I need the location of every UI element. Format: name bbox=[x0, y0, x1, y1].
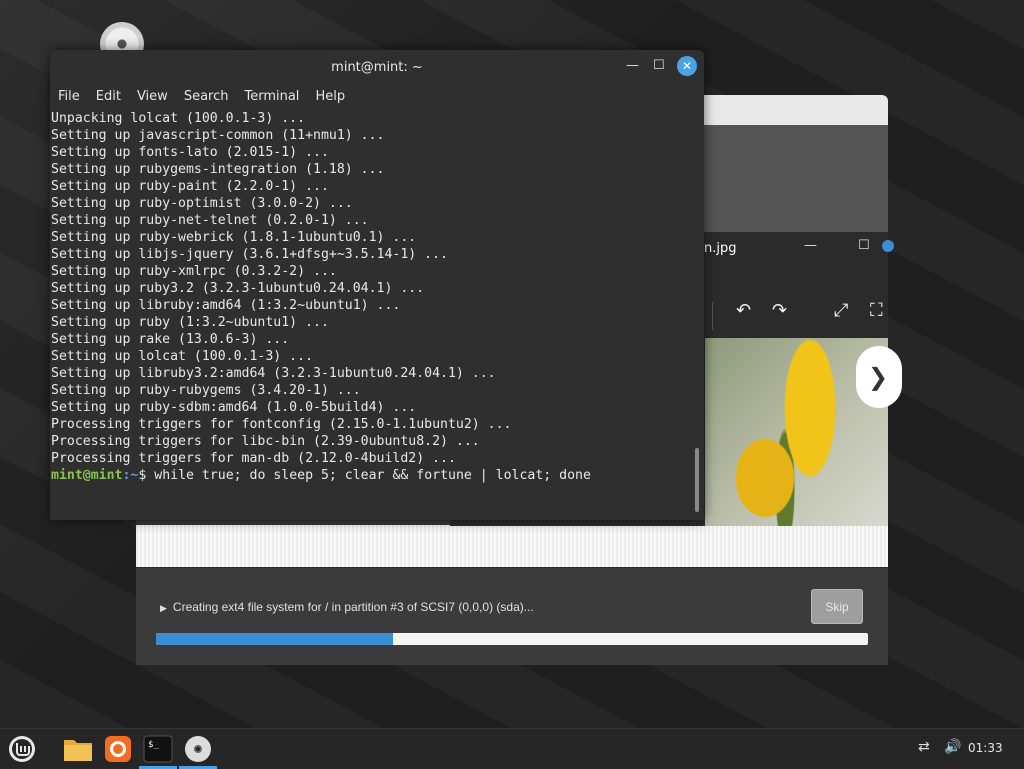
svg-text:$_: $_ bbox=[148, 740, 159, 750]
menu-search[interactable]: Search bbox=[176, 86, 237, 108]
terminal-output[interactable]: Unpacking lolcat (100.0.1-3) ... Setting… bbox=[50, 110, 695, 520]
terminal-line: Setting up ruby-sdbm:amd64 (1.0.0-5build… bbox=[51, 400, 417, 415]
rotate-right-icon[interactable]: ↷ bbox=[772, 300, 787, 321]
terminal-line: Setting up libruby:amd64 (1:3.2~ubuntu1)… bbox=[51, 298, 401, 313]
terminal-line: Setting up lolcat (100.0.1-3) ... bbox=[51, 349, 314, 364]
prompt-line[interactable]: mint@mint:~$ while true; do sleep 5; cle… bbox=[51, 467, 695, 484]
terminal-line: Unpacking lolcat (100.0.1-3) ... bbox=[51, 111, 306, 126]
terminal-line: Setting up ruby-optimist (3.0.0-2) ... bbox=[51, 196, 353, 211]
terminal-line: Setting up ruby-rubygems (3.4.20-1) ... bbox=[51, 383, 361, 398]
fullscreen-icon[interactable]: ⤢ bbox=[834, 300, 848, 321]
minimize-icon[interactable]: — bbox=[804, 238, 817, 253]
mint-menu-icon[interactable] bbox=[6, 733, 38, 765]
install-progress-fill bbox=[156, 633, 394, 645]
terminal-line: Setting up javascript-common (11+nmu1) .… bbox=[51, 128, 385, 143]
skip-button[interactable]: Skip bbox=[811, 589, 863, 624]
firefox-icon[interactable] bbox=[102, 733, 134, 765]
terminal-line: Setting up ruby-net-telnet (0.2.0-1) ... bbox=[51, 213, 369, 228]
prompt-path: :~ bbox=[122, 468, 139, 483]
terminal-title: mint@mint: ~ bbox=[331, 59, 423, 75]
maximize-icon[interactable]: ☐ bbox=[858, 238, 870, 253]
menu-file[interactable]: File bbox=[50, 86, 88, 108]
terminal-line: Processing triggers for fontconfig (2.15… bbox=[51, 417, 512, 432]
toolbar-separator bbox=[712, 302, 713, 330]
close-icon[interactable]: ✕ bbox=[677, 56, 697, 76]
terminal-scrollbar[interactable] bbox=[695, 448, 699, 512]
taskbar: $_ ⇄ 🔊 01:33 bbox=[0, 728, 1024, 769]
terminal-line: Setting up libjs-jquery (3.6.1+dfsg+~3.5… bbox=[51, 247, 448, 262]
slideshow-icon[interactable]: ⛶ bbox=[870, 300, 883, 321]
prompt-user: mint@mint bbox=[51, 468, 123, 483]
minimize-icon[interactable]: — bbox=[626, 58, 639, 73]
terminal-line: Setting up rubygems-integration (1.18) .… bbox=[51, 162, 385, 177]
terminal-line: Setting up ruby (1:3.2~ubuntu1) ... bbox=[51, 315, 329, 330]
terminal-line: Processing triggers for libc-bin (2.39-0… bbox=[51, 434, 480, 449]
maximize-icon[interactable]: ☐ bbox=[653, 58, 665, 73]
terminal-line: Setting up fonts-lato (2.015-1) ... bbox=[51, 145, 329, 160]
terminal-line: Setting up rake (13.0.6-3) ... bbox=[51, 332, 290, 347]
terminal-line: Setting up ruby3.2 (3.2.3-1ubuntu0.24.04… bbox=[51, 281, 425, 296]
menu-edit[interactable]: Edit bbox=[88, 86, 129, 108]
installer-status-text: Creating ext4 file system for / in parti… bbox=[172, 600, 534, 614]
clock[interactable]: 01:33 bbox=[968, 741, 1003, 755]
terminal-window: mint@mint: ~ — ☐ ✕ File Edit View Search… bbox=[50, 50, 704, 520]
installer-status[interactable]: ▶ Creating ext4 file system for / in part… bbox=[160, 600, 534, 614]
next-image-button[interactable]: ❯ bbox=[856, 346, 902, 408]
image-viewer-title: n.jpg bbox=[704, 241, 737, 256]
installer-pattern-band-lower bbox=[136, 525, 888, 567]
menu-terminal[interactable]: Terminal bbox=[236, 86, 307, 108]
disc-icon[interactable] bbox=[182, 733, 214, 765]
terminal-line: Setting up ruby-xmlrpc (0.3.2-2) ... bbox=[51, 264, 337, 279]
rotate-left-icon[interactable]: ↶ bbox=[736, 300, 751, 321]
typed-command: while true; do sleep 5; clear && fortune… bbox=[146, 468, 591, 483]
terminal-line: Processing triggers for man-db (2.12.0-4… bbox=[51, 451, 456, 466]
terminal-menubar: File Edit View Search Terminal Help bbox=[50, 86, 353, 108]
menu-view[interactable]: View bbox=[129, 86, 176, 108]
network-icon[interactable]: ⇄ bbox=[918, 739, 930, 755]
files-icon[interactable] bbox=[62, 733, 94, 765]
terminal-line: Setting up ruby-paint (2.2.0-1) ... bbox=[51, 179, 329, 194]
menu-help[interactable]: Help bbox=[307, 86, 353, 108]
volume-icon[interactable]: 🔊 bbox=[944, 739, 961, 755]
terminal-line: Setting up ruby-webrick (1.8.1-1ubuntu0.… bbox=[51, 230, 417, 245]
chevron-right-icon: ❯ bbox=[868, 363, 889, 391]
install-progress-bar bbox=[156, 633, 868, 645]
terminal-line: Setting up libruby3.2:amd64 (3.2.3-1ubun… bbox=[51, 366, 496, 381]
expand-arrow-icon[interactable]: ▶ bbox=[160, 603, 167, 614]
viewer-close-icon[interactable] bbox=[882, 240, 894, 252]
installer-bottom-panel bbox=[136, 567, 888, 665]
terminal-icon[interactable]: $_ bbox=[142, 733, 174, 765]
